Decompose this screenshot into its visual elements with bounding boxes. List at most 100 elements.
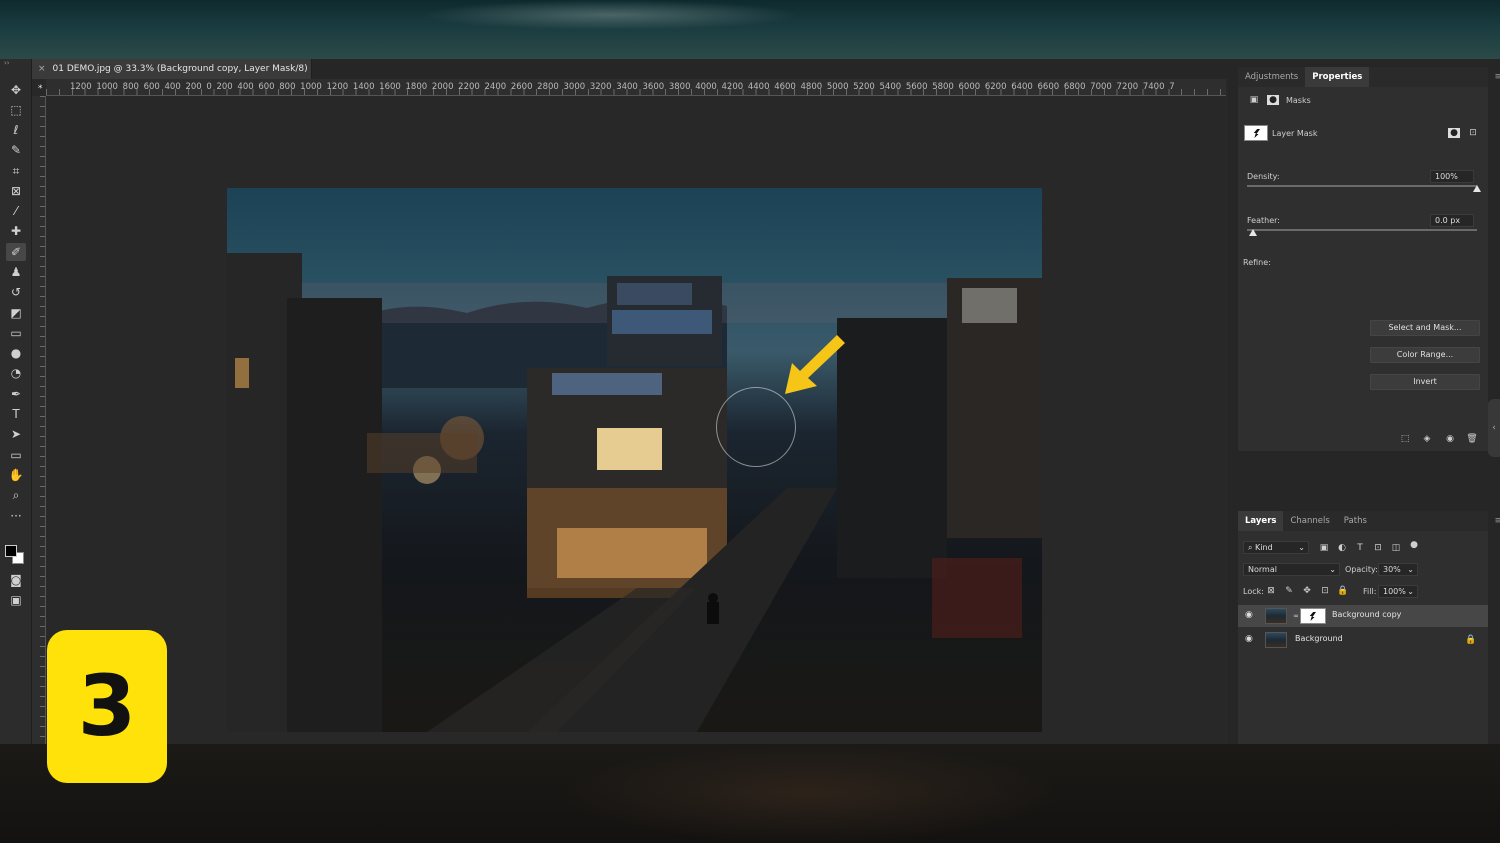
- filter-type-icon[interactable]: T: [1354, 543, 1366, 553]
- add-pixel-mask-icon[interactable]: ●: [1448, 128, 1460, 138]
- density-slider-track[interactable]: [1247, 185, 1477, 187]
- filter-pixel-icon[interactable]: ▣: [1318, 543, 1330, 553]
- lock-icon[interactable]: 🔒: [1465, 635, 1477, 645]
- density-slider-thumb[interactable]: [1473, 185, 1481, 192]
- zoom-icon[interactable]: ⌕: [6, 486, 26, 504]
- filter-kind-label: Kind: [1255, 543, 1273, 552]
- background-sky: [0, 0, 1500, 60]
- healing-icon[interactable]: ✚: [6, 222, 26, 240]
- ruler-ticks-vertical: [40, 96, 45, 744]
- refine-label: Refine:: [1243, 258, 1271, 267]
- feather-value[interactable]: 0.0 px: [1430, 214, 1474, 227]
- fill-label: Fill:: [1363, 587, 1377, 596]
- tab-properties[interactable]: Properties: [1305, 67, 1370, 87]
- neon-sign-top: [617, 283, 692, 305]
- layer-row-background-copy[interactable]: ◉ ∞ Background copy: [1238, 605, 1488, 627]
- eraser-icon[interactable]: ◩: [6, 304, 26, 322]
- type-icon[interactable]: T: [6, 405, 26, 423]
- delete-mask-icon[interactable]: 🗑: [1466, 434, 1478, 444]
- rectangle-icon[interactable]: ▭: [6, 446, 26, 464]
- tab-strip: [312, 59, 1228, 79]
- lasso-icon[interactable]: ℓ: [6, 121, 26, 139]
- blur-icon[interactable]: ●: [6, 344, 26, 362]
- layer-filter-select[interactable]: ⌕ Kind ⌄: [1243, 541, 1309, 554]
- tab-layers[interactable]: Layers: [1238, 511, 1284, 531]
- foreground-color-swatch[interactable]: [5, 545, 17, 557]
- horizontal-ruler[interactable]: 1200 1000 800 600 400 200 0 200 400 600 …: [46, 79, 1226, 96]
- tab-channels[interactable]: Channels: [1283, 511, 1336, 531]
- step-number-badge: 3: [47, 630, 167, 783]
- fill-input[interactable]: 100% ⌄: [1378, 585, 1418, 598]
- crop-icon[interactable]: ⌗: [6, 162, 26, 180]
- layer-mask-thumbnail[interactable]: [1300, 608, 1326, 624]
- layer-name: Background copy: [1332, 610, 1402, 619]
- lock-artboard-icon[interactable]: ⊡: [1319, 586, 1331, 596]
- filter-smart-object-icon[interactable]: ◫: [1390, 543, 1402, 553]
- lock-all-icon[interactable]: 🔒: [1337, 586, 1349, 596]
- load-selection-icon[interactable]: ⬚: [1399, 434, 1411, 444]
- layer-mask-label: Layer Mask: [1272, 129, 1318, 138]
- toolbar-collapse-icon[interactable]: ››: [4, 59, 10, 67]
- tab-paths[interactable]: Paths: [1337, 511, 1374, 531]
- vector-mask-icon[interactable]: ●: [1267, 95, 1279, 105]
- blend-mode-select[interactable]: Normal ⌄: [1243, 563, 1340, 576]
- density-label: Density:: [1247, 172, 1280, 181]
- layers-menu-icon[interactable]: ≡: [1494, 516, 1500, 526]
- invert-button[interactable]: Invert: [1370, 374, 1480, 390]
- masks-label: Masks: [1286, 96, 1311, 105]
- chevron-down-icon: ⌄: [1298, 543, 1305, 552]
- opacity-label: Opacity:: [1345, 565, 1378, 574]
- history-brush-icon[interactable]: ↺: [6, 283, 26, 301]
- close-tab-icon[interactable]: ×: [38, 64, 46, 74]
- filter-adjustment-icon[interactable]: ◐: [1336, 543, 1348, 553]
- quick-select-icon[interactable]: ✎: [6, 141, 26, 159]
- layer-row-background[interactable]: ◉ Background 🔒: [1238, 629, 1488, 651]
- shop-front-light: [557, 528, 707, 578]
- select-and-mask-button[interactable]: Select and Mask...: [1370, 320, 1480, 336]
- lock-image-icon[interactable]: ✎: [1283, 586, 1295, 596]
- panel-menu-icon[interactable]: ≡: [1494, 72, 1500, 82]
- add-vector-mask-icon[interactable]: ⊡: [1467, 128, 1479, 138]
- gradient-icon[interactable]: ▭: [6, 324, 26, 342]
- fill-value: 100%: [1383, 587, 1406, 596]
- lock-position-icon[interactable]: ✥: [1301, 586, 1313, 596]
- hand-icon[interactable]: ✋: [6, 466, 26, 484]
- marquee-icon[interactable]: ⬚: [6, 101, 26, 119]
- vertical-ruler[interactable]: [32, 96, 46, 744]
- eyedropper-icon[interactable]: ⁄: [6, 202, 26, 220]
- stamp-icon[interactable]: ♟: [6, 263, 26, 281]
- apply-mask-icon[interactable]: ◈: [1421, 434, 1433, 444]
- blend-mode-value: Normal: [1248, 565, 1277, 574]
- lock-transparent-icon[interactable]: ⊠: [1265, 586, 1277, 596]
- eye-icon[interactable]: ◉: [1245, 634, 1253, 644]
- eye-icon[interactable]: ◉: [1245, 610, 1253, 620]
- chevron-down-icon: ⌄: [1329, 565, 1336, 574]
- neon-sign-middle: [552, 373, 662, 395]
- document-photo[interactable]: [227, 188, 1042, 732]
- filter-shape-icon[interactable]: ⊡: [1372, 543, 1384, 553]
- pen-icon[interactable]: ✒: [6, 385, 26, 403]
- opacity-input[interactable]: 30% ⌄: [1378, 563, 1418, 576]
- tab-adjustments[interactable]: Adjustments: [1238, 67, 1305, 87]
- toggle-mask-visibility-icon[interactable]: ◉: [1444, 434, 1456, 444]
- density-value[interactable]: 100%: [1430, 170, 1474, 183]
- dodge-icon[interactable]: ◔: [6, 364, 26, 382]
- filter-toggle-icon[interactable]: ●: [1408, 540, 1420, 550]
- layers-tabs: Layers Channels Paths: [1238, 511, 1488, 531]
- color-range-button[interactable]: Color Range...: [1370, 347, 1480, 363]
- pixel-mask-icon[interactable]: ▣: [1248, 95, 1260, 105]
- layer-mask-thumbnail: [1244, 125, 1268, 141]
- feather-slider-thumb[interactable]: [1249, 229, 1257, 236]
- more-icon[interactable]: ···: [6, 507, 26, 525]
- document-tab[interactable]: × 01 DEMO.jpg @ 33.3% (Background copy, L…: [32, 59, 312, 94]
- move-icon[interactable]: ✥: [6, 81, 26, 99]
- cyclist-body: [707, 602, 719, 624]
- screen-mode-icon[interactable]: ▣: [6, 591, 26, 609]
- panel-collapse-handle[interactable]: ‹: [1488, 399, 1500, 457]
- path-select-icon[interactable]: ➤: [6, 425, 26, 443]
- frame-icon[interactable]: ⊠: [6, 182, 26, 200]
- feather-slider-track[interactable]: [1247, 229, 1477, 231]
- quick-mask-icon[interactable]: ◙: [6, 571, 26, 589]
- lit-window: [235, 358, 249, 388]
- brush-icon[interactable]: ✐: [6, 243, 26, 261]
